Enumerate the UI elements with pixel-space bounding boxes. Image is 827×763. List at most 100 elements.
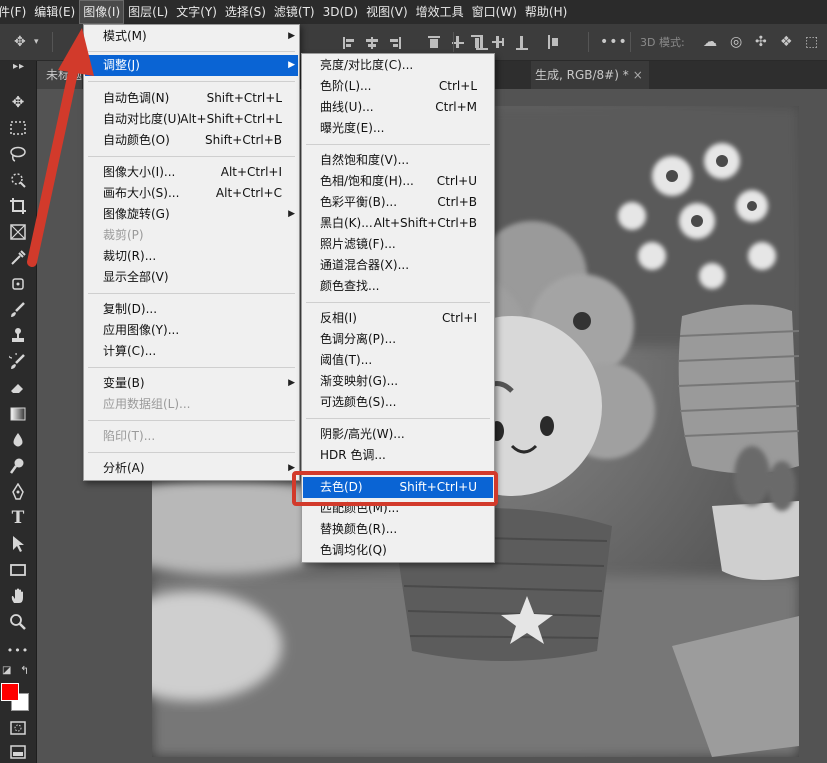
divider — [306, 418, 490, 419]
menu-item-duplicate[interactable]: 复制(D)... — [85, 299, 298, 320]
marquee-tool-icon[interactable] — [3, 117, 33, 139]
3d-orbit-icon[interactable]: ☁ — [703, 33, 717, 51]
menu-item-label: 色调均化(Q) — [320, 543, 387, 557]
menu-item-vibrance[interactable]: 自然饱和度(V)... — [303, 150, 493, 171]
eraser-tool-icon[interactable] — [3, 377, 33, 399]
history-brush-tool-icon[interactable] — [3, 351, 33, 373]
menu-item-canvas-size[interactable]: 画布大小(S)... Alt+Ctrl+C — [85, 183, 298, 204]
menu-view[interactable]: 视图(V) — [362, 0, 412, 24]
crop-tool-icon[interactable] — [3, 195, 33, 217]
menu-item-reveal-all[interactable]: 显示全部(V) — [85, 267, 298, 288]
menu-item-analysis[interactable]: 分析(A) ▶ — [85, 458, 298, 479]
menu-window[interactable]: 窗口(W) — [468, 0, 521, 24]
close-icon[interactable]: × — [633, 68, 643, 82]
tab-untitled[interactable]: 未标题 — [37, 61, 82, 89]
3d-slide-icon[interactable]: ❖ — [780, 33, 793, 51]
menu-item-shadows-highlights[interactable]: 阴影/高光(W)... — [303, 424, 493, 445]
more-icon[interactable]: ••• — [600, 33, 628, 51]
menu-filter[interactable]: 滤镜(T) — [270, 0, 319, 24]
eyedropper-tool-icon[interactable] — [3, 247, 33, 269]
swap-colors-icon[interactable]: ↰ — [20, 664, 29, 677]
menu-item-threshold[interactable]: 阈值(T)... — [303, 350, 493, 371]
menu-item-auto-contrast[interactable]: 自动对比度(U) Alt+Shift+Ctrl+L — [85, 109, 298, 130]
menu-item-trap: 陷印(T)... — [85, 426, 298, 447]
move-icon[interactable]: ✥ — [14, 33, 26, 51]
menu-item-trim[interactable]: 裁切(R)... — [85, 246, 298, 267]
zoom-tool-icon[interactable] — [3, 611, 33, 633]
menu-item-gradient-map[interactable]: 渐变映射(G)... — [303, 371, 493, 392]
foreground-color-swatch[interactable] — [1, 683, 19, 701]
frame-tool-icon[interactable] — [3, 221, 33, 243]
menu-item-label: 图像旋转(G) — [103, 207, 170, 221]
clone-stamp-tool-icon[interactable] — [3, 325, 33, 347]
menu-item-mode[interactable]: 模式(M) ▶ — [85, 26, 298, 47]
menu-item-label: 黑白(K)... — [320, 216, 373, 230]
3d-roll-icon[interactable]: ◎ — [730, 33, 742, 51]
lasso-tool-icon[interactable] — [3, 143, 33, 165]
dodge-tool-icon[interactable] — [3, 455, 33, 477]
menu-plugins[interactable]: 增效工具 — [412, 0, 468, 24]
menu-item-auto-color[interactable]: 自动颜色(O) Shift+Ctrl+B — [85, 130, 298, 151]
menu-item-shortcut: Ctrl+L — [438, 79, 477, 93]
healing-brush-tool-icon[interactable] — [3, 273, 33, 295]
menu-item-shortcut: Ctrl+U — [436, 174, 477, 188]
default-colors-icon[interactable]: ◪ — [2, 665, 11, 676]
menu-item-label: 变量(B) — [103, 376, 145, 390]
menu-select[interactable]: 选择(S) — [221, 0, 270, 24]
menu-item-apply-image[interactable]: 应用图像(Y)... — [85, 320, 298, 341]
menu-item-selective-color[interactable]: 可选颜色(S)... — [303, 392, 493, 413]
menu-item-variables[interactable]: 变量(B) ▶ — [85, 373, 298, 394]
menu-file[interactable]: 件(F) — [0, 0, 30, 24]
divider — [88, 367, 295, 368]
menu-help[interactable]: 帮助(H) — [521, 0, 571, 24]
distribute-icons[interactable] — [470, 34, 580, 52]
menu-item-posterize[interactable]: 色调分离(P)... — [303, 329, 493, 350]
menu-item-label: 阈值(T)... — [320, 353, 373, 367]
menu-item-black-white[interactable]: 黑白(K)... Alt+Shift+Ctrl+B — [303, 213, 493, 234]
menu-item-label: 阴影/高光(W)... — [320, 427, 405, 441]
menu-item-brightness-contrast[interactable]: 亮度/对比度(C)... — [303, 55, 493, 76]
menu-item-hue-saturation[interactable]: 色相/饱和度(H)... Ctrl+U — [303, 171, 493, 192]
menu-item-calculations[interactable]: 计算(C)... — [85, 341, 298, 362]
3d-pan-icon[interactable]: ✣ — [755, 33, 767, 51]
menu-item-channel-mixer[interactable]: 通道混合器(X)... — [303, 255, 493, 276]
menu-3d[interactable]: 3D(D) — [319, 0, 362, 24]
3d-scale-icon[interactable]: ⬚ — [805, 33, 818, 51]
menu-item-color-balance[interactable]: 色彩平衡(B)... Ctrl+B — [303, 192, 493, 213]
menu-item-adjustments[interactable]: 调整(J) ▶ — [85, 55, 298, 76]
menu-item-color-lookup[interactable]: 颜色查找... — [303, 276, 493, 297]
path-select-tool-icon[interactable] — [3, 533, 33, 555]
screen-mode-icon[interactable] — [3, 741, 33, 763]
menu-item-curves[interactable]: 曲线(U)... Ctrl+M — [303, 97, 493, 118]
menu-item-invert[interactable]: 反相(I) Ctrl+I — [303, 308, 493, 329]
pen-tool-icon[interactable] — [3, 481, 33, 503]
menu-image[interactable]: 图像(I) — [79, 0, 125, 24]
move-tool-icon[interactable]: ✥ — [3, 91, 33, 113]
menu-type[interactable]: 文字(Y) — [172, 0, 221, 24]
menu-item-hdr-toning[interactable]: HDR 色调... — [303, 445, 493, 466]
menu-item-photo-filter[interactable]: 照片滤镜(F)... — [303, 234, 493, 255]
tab-generated[interactable]: 生成, RGB/8#) * × — [531, 61, 649, 89]
rectangle-tool-icon[interactable] — [3, 559, 33, 581]
more-tools-icon[interactable]: ••• — [3, 639, 33, 661]
menu-item-auto-tone[interactable]: 自动色调(N) Shift+Ctrl+L — [85, 88, 298, 109]
brush-tool-icon[interactable] — [3, 299, 33, 321]
quick-select-tool-icon[interactable] — [3, 169, 33, 191]
menu-item-image-size[interactable]: 图像大小(I)... Alt+Ctrl+I — [85, 162, 298, 183]
type-tool-icon[interactable]: T — [3, 507, 33, 529]
menu-item-equalize[interactable]: 色调均化(Q) — [303, 540, 493, 561]
menu-item-replace-color[interactable]: 替换颜色(R)... — [303, 519, 493, 540]
menu-edit[interactable]: 编辑(E) — [30, 0, 79, 24]
menu-layer[interactable]: 图层(L) — [124, 0, 172, 24]
gradient-tool-icon[interactable] — [3, 403, 33, 425]
menu-item-label: 渐变映射(G)... — [320, 374, 399, 388]
menu-item-exposure[interactable]: 曝光度(E)... — [303, 118, 493, 139]
menu-item-levels[interactable]: 色阶(L)... Ctrl+L — [303, 76, 493, 97]
chevron-down-icon[interactable]: ▾ — [34, 33, 39, 51]
menu-item-image-rotation[interactable]: 图像旋转(G) ▶ — [85, 204, 298, 225]
menu-item-label: 裁剪(P) — [103, 228, 144, 242]
hand-tool-icon[interactable] — [3, 585, 33, 607]
blur-tool-icon[interactable] — [3, 429, 33, 451]
quick-mask-icon[interactable] — [3, 717, 33, 739]
menu-item-label: 替换颜色(R)... — [320, 522, 398, 536]
